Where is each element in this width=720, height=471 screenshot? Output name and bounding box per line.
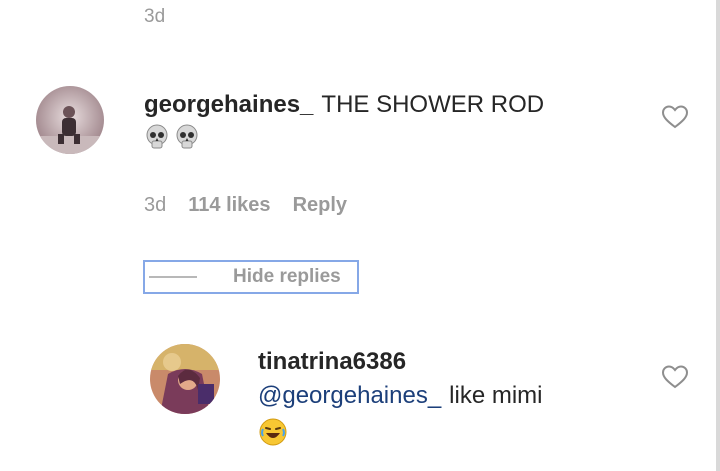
laughing-face-icon	[258, 417, 288, 457]
reply-text: like mimi	[449, 382, 543, 409]
divider-line	[149, 276, 197, 278]
likes-count[interactable]: 114 likes	[188, 194, 270, 217]
comment-text: THE SHOWER ROD	[321, 91, 545, 118]
mention-link[interactable]: @georgehaines_	[258, 382, 441, 409]
previous-comment-timestamp: 3d	[144, 6, 166, 27]
comment-timestamp: 3d	[144, 194, 167, 216]
reply-button[interactable]: Reply	[293, 194, 347, 217]
avatar[interactable]	[36, 86, 104, 154]
comment-meta: 3d 114 likes Reply	[144, 194, 347, 217]
avatar[interactable]	[150, 344, 220, 414]
hide-replies-label: Hide replies	[233, 266, 341, 287]
comments-screen: 3d georgehaines_ THE SHOWER ROD 3d 114 l…	[0, 0, 720, 471]
heart-outline-icon[interactable]	[661, 364, 689, 390]
reply-comment: tinatrina6386 @georgehaines_ like mimi	[258, 345, 658, 457]
reply-username[interactable]: tinatrina6386	[258, 348, 406, 375]
scroll-edge	[716, 0, 720, 471]
skull-icon	[144, 124, 170, 160]
comment: georgehaines_ THE SHOWER ROD	[144, 88, 644, 160]
skull-icon	[174, 124, 200, 160]
comment-emoji-line	[144, 124, 644, 160]
heart-outline-icon[interactable]	[661, 104, 689, 130]
hide-replies-button[interactable]: Hide replies	[143, 260, 359, 294]
comment-username[interactable]: georgehaines_	[144, 91, 313, 118]
